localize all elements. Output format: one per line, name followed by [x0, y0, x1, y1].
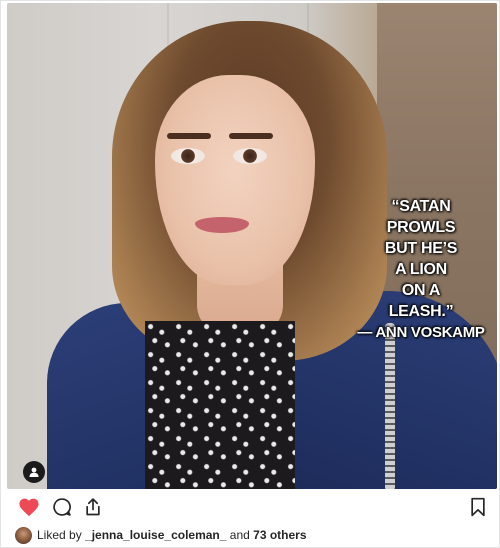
instagram-post: “SATAN PROWLS BUT HE’S A LION ON A LEASH… [0, 0, 500, 548]
quote-line: ON A [401, 282, 441, 299]
quote-line: BUT HE’S [384, 240, 458, 257]
floral-blouse [145, 321, 295, 489]
quote-overlay: “SATAN PROWLS BUT HE’S A LION ON A LEASH… [349, 196, 493, 343]
bag-chain [385, 323, 395, 489]
face [155, 75, 315, 285]
others-count-link[interactable]: 73 others [253, 528, 306, 542]
comment-icon [52, 497, 72, 522]
avatar[interactable] [15, 526, 32, 544]
share-button[interactable] [81, 497, 105, 521]
left-eye [171, 148, 205, 164]
left-eyebrow [167, 133, 211, 139]
quote-line: A LION [395, 261, 447, 278]
liked-by-middle: and [226, 528, 254, 542]
heart-filled-icon [18, 497, 40, 522]
quote-line: PROWLS [386, 219, 456, 236]
post-photo[interactable]: “SATAN PROWLS BUT HE’S A LION ON A LEASH… [7, 3, 497, 489]
liked-by-user-link[interactable]: _jenna_louise_coleman_ [85, 528, 226, 542]
quote-line: “SATAN [391, 198, 451, 215]
tagged-user-icon[interactable] [23, 461, 45, 483]
quote-line: LEASH.” [388, 303, 454, 320]
liked-by-prefix: Liked by [37, 528, 86, 542]
bookmark-icon [469, 497, 487, 522]
comment-button[interactable] [50, 497, 74, 521]
share-icon [83, 497, 103, 522]
right-eyebrow [229, 133, 273, 139]
action-bar [1, 495, 500, 525]
like-button[interactable] [17, 497, 41, 521]
save-button[interactable] [466, 497, 490, 521]
quote-attribution: — ANN VOSKAMP [357, 324, 485, 341]
liked-by-row: Liked by _jenna_louise_coleman_ and 73 o… [15, 525, 307, 545]
right-eye [233, 148, 267, 164]
